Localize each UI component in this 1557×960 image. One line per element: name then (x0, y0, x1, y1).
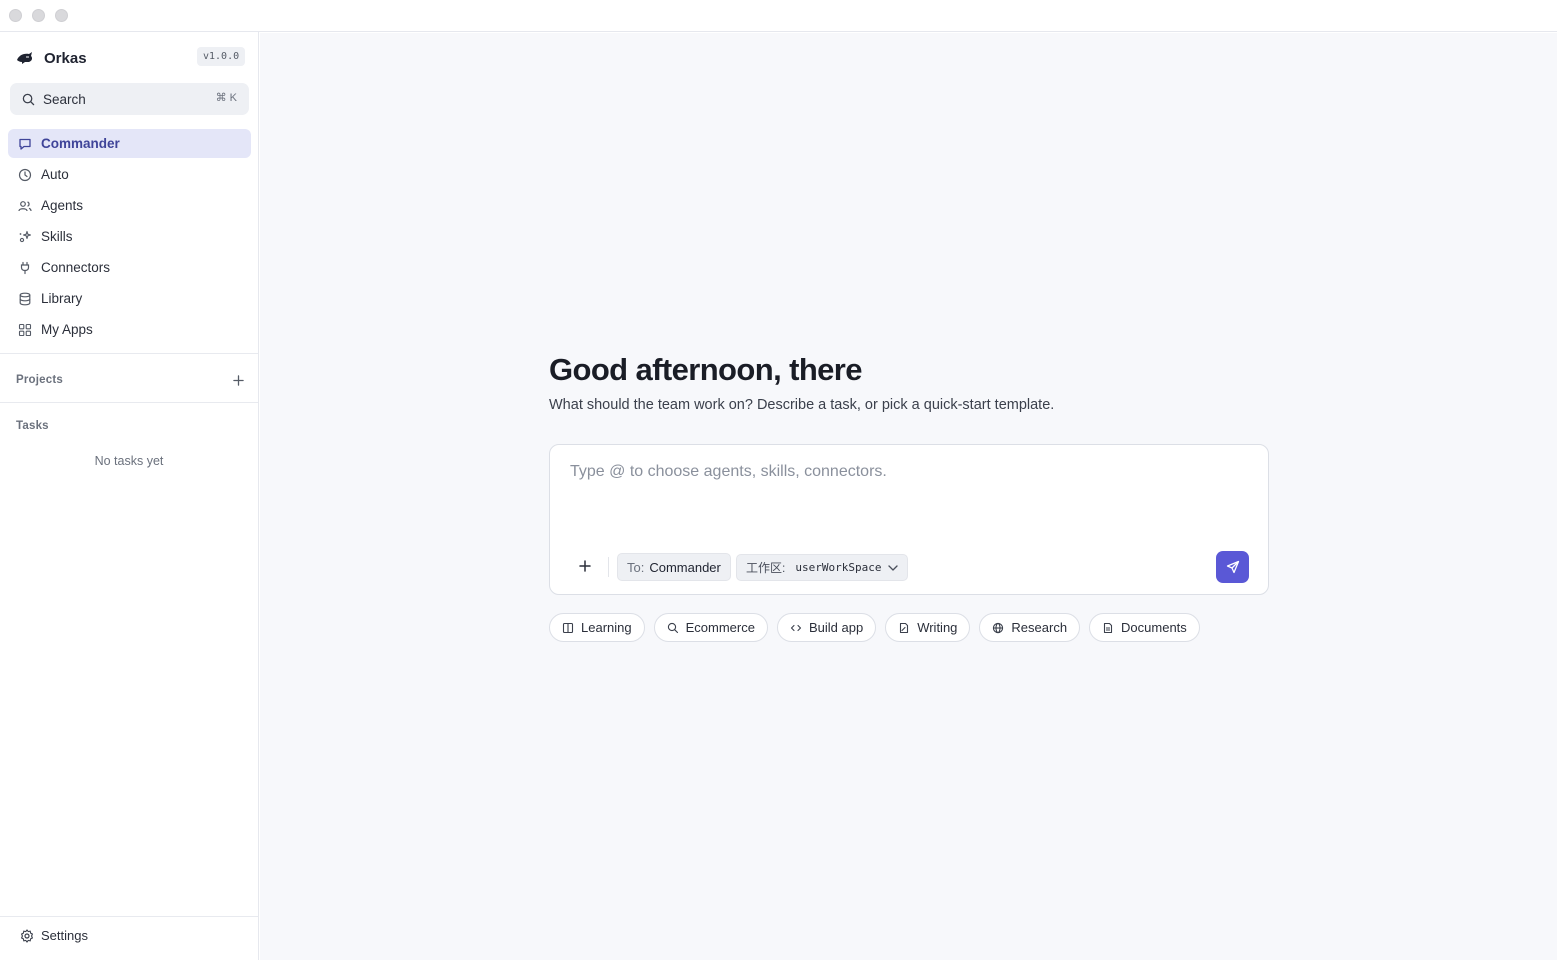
chevron-down-icon (888, 564, 899, 571)
sidebar: Orkas v1.0.0 Search ⌘ K Commander Auto A… (0, 32, 259, 960)
template-documents[interactable]: Documents (1089, 613, 1200, 642)
plug-icon (18, 261, 32, 275)
sidebar-item-label: My Apps (41, 322, 93, 337)
search-shortcut: ⌘ K (215, 92, 237, 104)
template-research[interactable]: Research (979, 613, 1081, 642)
book-icon (562, 622, 574, 634)
template-label: Writing (917, 620, 958, 635)
window-minimize-button[interactable] (32, 9, 45, 22)
sidebar-item-my-apps[interactable]: My Apps (8, 315, 251, 344)
tasks-heading: Tasks (16, 420, 49, 432)
grid-icon (18, 323, 32, 337)
app-name: Orkas (44, 49, 87, 67)
plus-icon (579, 560, 591, 572)
main-area: Good afternoon, there What should the te… (260, 33, 1557, 960)
template-ecommerce[interactable]: Ecommerce (653, 613, 768, 642)
workspace-selector[interactable]: 工作区: userWorkSpace (736, 554, 909, 581)
globe-icon (992, 622, 1004, 634)
template-label: Learning (581, 620, 632, 635)
template-label: Build app (808, 620, 864, 635)
composer: To: Commander 工作区: userWorkSpace (549, 444, 1269, 595)
template-learning[interactable]: Learning (549, 613, 645, 642)
search-label: Search (43, 91, 86, 107)
sidebar-item-label: Commander (41, 136, 120, 151)
search-box[interactable]: Search ⌘ K (10, 83, 249, 115)
projects-heading: Projects (16, 374, 63, 386)
send-button[interactable] (1216, 551, 1249, 583)
gear-icon (20, 928, 34, 943)
divider (0, 402, 258, 403)
workspace-prefix: 工作区: (746, 561, 786, 575)
users-icon (18, 199, 32, 213)
window-zoom-button[interactable] (55, 9, 68, 22)
sparkles-icon (18, 230, 32, 244)
window-titlebar (0, 0, 1557, 32)
attach-button[interactable] (577, 558, 593, 574)
page-subtitle: What should the team work on? Describe a… (549, 397, 1055, 413)
sidebar-item-skills[interactable]: Skills (8, 222, 251, 251)
recipient-chip[interactable]: To: Commander (617, 553, 731, 581)
sidebar-item-label: Auto (41, 167, 69, 182)
divider (0, 353, 258, 354)
settings-button[interactable]: Settings (20, 928, 88, 943)
database-icon (18, 292, 32, 306)
sidebar-item-label: Agents (41, 198, 84, 213)
sidebar-item-auto[interactable]: Auto (8, 160, 251, 189)
template-build-app[interactable]: Build app (776, 613, 877, 642)
search-icon (667, 622, 679, 634)
template-label: Documents (1121, 620, 1187, 635)
sidebar-item-commander[interactable]: Commander (8, 129, 251, 158)
sidebar-item-label: Library (41, 291, 83, 306)
workspace-value: userWorkSpace (795, 561, 882, 574)
chat-bubble-icon (18, 137, 32, 151)
pen-file-icon (898, 622, 910, 634)
sidebar-item-label: Skills (41, 229, 73, 244)
version-badge: v1.0.0 (197, 47, 246, 66)
tasks-empty-state: No tasks yet (94, 454, 164, 468)
recipient-value: Commander (649, 559, 721, 575)
settings-label: Settings (41, 928, 88, 943)
window-close-button[interactable] (9, 9, 22, 22)
sidebar-item-label: Connectors (41, 260, 111, 275)
template-label: Ecommerce (685, 620, 755, 635)
plus-icon (232, 374, 244, 386)
add-project-button[interactable] (231, 373, 245, 387)
code-icon (790, 622, 802, 634)
divider (608, 557, 609, 577)
sidebar-item-connectors[interactable]: Connectors (8, 253, 251, 282)
file-icon (1102, 622, 1114, 634)
recipient-prefix: To: (627, 559, 645, 575)
sidebar-item-agents[interactable]: Agents (8, 191, 251, 220)
sidebar-nav: Commander Auto Agents Skills Connectors (8, 129, 251, 346)
clock-icon (18, 168, 32, 182)
prompt-input[interactable] (570, 463, 1230, 481)
page-title: Good afternoon, there (549, 352, 863, 387)
template-label: Research (1011, 620, 1068, 635)
send-icon (1226, 560, 1239, 574)
template-list: Learning Ecommerce Build app Writing Res… (549, 613, 1209, 643)
template-writing[interactable]: Writing (885, 613, 971, 642)
sidebar-item-library[interactable]: Library (8, 284, 251, 313)
orca-logo-icon (16, 49, 34, 67)
search-icon (22, 93, 35, 106)
divider (0, 916, 258, 917)
